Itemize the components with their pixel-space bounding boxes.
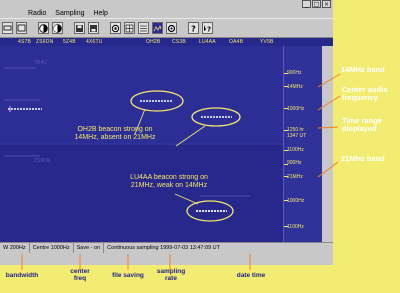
- scale-icon: [140, 25, 147, 31]
- menu-bar: Radio Sampling Help: [0, 9, 333, 18]
- scale-label: 1000Hz: [287, 106, 305, 112]
- annotation-bandwidth: bandwidth: [5, 272, 39, 279]
- title-bar: _ □ ×: [0, 0, 333, 9]
- status-bandwidth: W 200Hz: [0, 243, 30, 253]
- svg-text:?: ?: [207, 25, 211, 33]
- scale-label: 900Hz: [287, 160, 302, 166]
- status-file-saving: Save - on: [74, 243, 105, 253]
- scale-label: 1000Hz: [287, 198, 305, 204]
- maximize-button[interactable]: □: [312, 0, 321, 8]
- record-button[interactable]: [110, 22, 121, 34]
- annotation-center-freq: center freq: [70, 268, 90, 282]
- lu4aa-note: LU4AA beacon strong on 21MHz, weak on 14…: [130, 174, 208, 189]
- callsign-label: 4S7B: [18, 39, 32, 45]
- contrast-icon: [39, 23, 48, 33]
- invert-button[interactable]: [52, 22, 63, 34]
- floppy-icon: [76, 24, 83, 32]
- annotation-date-time: date time: [236, 272, 266, 279]
- scale-label: 1100Hz: [287, 147, 304, 153]
- spectrogram-traces: [0, 46, 283, 242]
- time-range-label: 1250 hr 1347 UT: [287, 127, 307, 139]
- callsign-label: 5Z4B: [63, 39, 76, 45]
- faint-callsign-label: 7R4U: [34, 60, 47, 66]
- menu-help[interactable]: Help: [93, 9, 107, 18]
- close-button[interactable]: ×: [322, 0, 331, 8]
- gear-icon: [167, 24, 176, 32]
- beacon-callsign-row: 4S7B ZS6DN 5Z4B 4X6TU OH2B CS3B LU4AA OA…: [0, 38, 333, 46]
- invert-icon: [53, 23, 62, 33]
- spectrogram-display[interactable]: 7R4U ZS6DN OH2B beacon strong on 14MHz, …: [0, 46, 283, 242]
- menu-sampling[interactable]: Sampling: [55, 9, 84, 18]
- question-mark-icon: ?: [191, 24, 196, 33]
- help-button[interactable]: ?: [188, 22, 199, 34]
- grid-button[interactable]: [124, 22, 135, 34]
- contrast-button[interactable]: [38, 22, 49, 34]
- oh2b-note: OH2B beacon strong on 14MHz, absent on 2…: [74, 126, 156, 141]
- minimize-button[interactable]: _: [302, 0, 311, 8]
- grid-icon: [125, 24, 134, 32]
- zoom-out-button[interactable]: [2, 22, 13, 34]
- callsign-label: OH2B: [146, 39, 161, 45]
- callsign-label: LU4AA: [199, 39, 216, 45]
- scale-label: 1100Hz: [287, 224, 304, 230]
- annotation-21mhz-band: 21MHz band: [341, 154, 385, 163]
- faint-callsign-label: ZS6DN: [34, 158, 51, 164]
- context-help-icon: ?: [204, 24, 211, 33]
- open-button[interactable]: [88, 22, 99, 34]
- scale-label: 21MHz: [287, 174, 303, 180]
- callsign-label: YV5B: [260, 39, 274, 45]
- scale-button[interactable]: [138, 22, 149, 34]
- fft-button[interactable]: [152, 22, 163, 34]
- window-controls: _ □ ×: [302, 0, 331, 9]
- toolbar: ? ?: [0, 18, 333, 38]
- status-center-frequency: Centre 1000Hz: [30, 243, 74, 253]
- annotation-sampling-rate: sampling rate: [156, 268, 186, 282]
- annotation-14mhz-band: 14MHz band: [341, 65, 385, 74]
- status-bar: W 200Hz Centre 1000Hz Save - on Continuo…: [0, 242, 333, 253]
- status-sampling-datetime: Continuous sampling 1999-07-03 13:47:09 …: [107, 245, 220, 251]
- callsign-label: OA4B: [229, 39, 244, 45]
- annotation-time-range: Time range displayed: [342, 116, 382, 133]
- zoom-in-button[interactable]: [16, 22, 27, 34]
- callsign-label: ZS6DN: [36, 39, 54, 45]
- zoom-in-icon: [17, 24, 26, 32]
- scale-label: 900Hz: [287, 70, 302, 76]
- scale-label: 14MHz: [287, 84, 303, 90]
- save-button[interactable]: [74, 22, 85, 34]
- annotation-center-audio-frequency: Center audio frequency: [342, 85, 388, 102]
- frequency-scale: 900Hz 14MHz 1000Hz 1250 hr 1347 UT 1100H…: [283, 46, 322, 242]
- annotation-file-saving: file saving: [112, 272, 144, 279]
- menu-radio[interactable]: Radio: [28, 9, 46, 18]
- figure-frame: _ □ × Radio Sampling Help ? ? 4S7B ZS6DN…: [0, 0, 400, 293]
- svg-text:?: ?: [191, 24, 196, 33]
- zoom-out-icon: [3, 25, 12, 31]
- context-help-button[interactable]: ?: [202, 22, 213, 34]
- settings-button[interactable]: [166, 22, 177, 34]
- spectrum-icon: [153, 24, 162, 31]
- callsign-label: 4X6TU: [86, 39, 103, 45]
- floppy-open-icon: [90, 24, 97, 32]
- callsign-label: CS3B: [172, 39, 186, 45]
- record-icon: [111, 24, 120, 32]
- app-window: _ □ × Radio Sampling Help ? ? 4S7B ZS6DN…: [0, 0, 333, 265]
